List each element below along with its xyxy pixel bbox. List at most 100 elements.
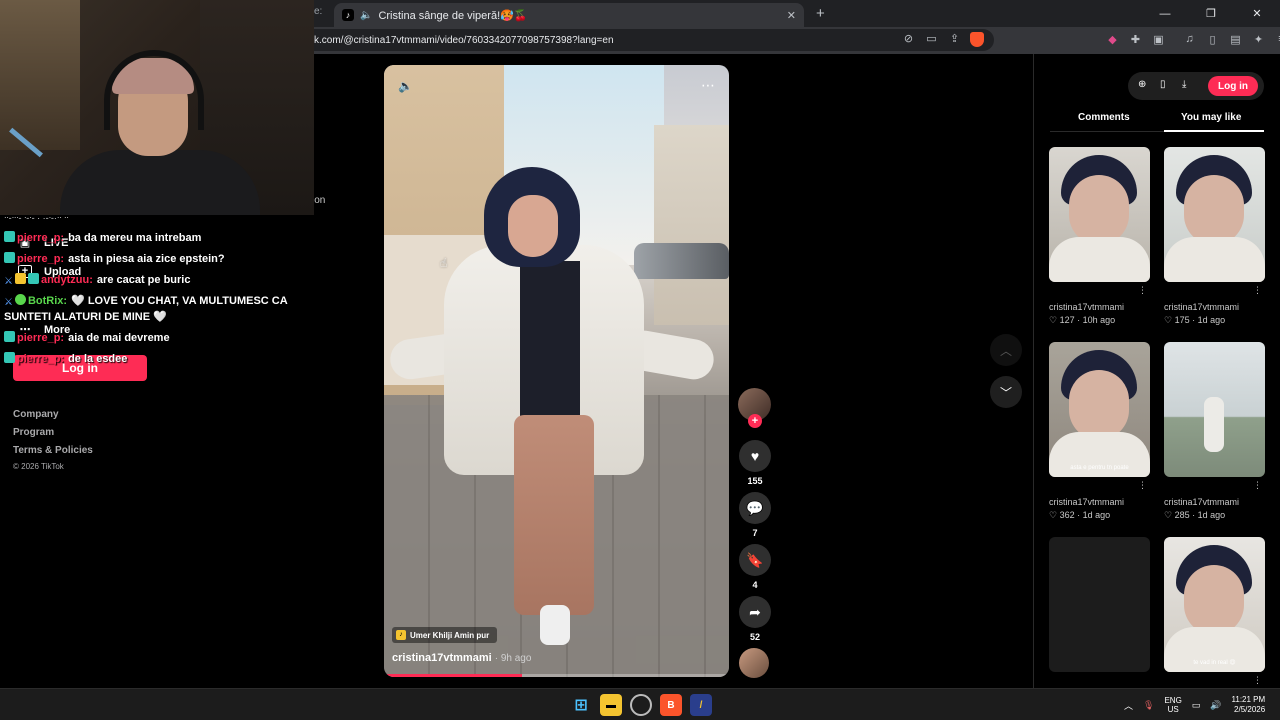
- chat-text: ba da mereu ma intrebam: [68, 232, 202, 244]
- restore-icon[interactable]: ❐: [1188, 0, 1234, 27]
- heart-outline-icon: ♡: [1049, 510, 1058, 520]
- card-username[interactable]: cristina17vtmmami: [1164, 302, 1265, 312]
- recommended-video-card[interactable]: ⋮ cristina17vtmmami ♡ 285 · 1d ago: [1164, 342, 1265, 521]
- tabs-icon[interactable]: ▣: [1152, 33, 1165, 46]
- clock-time: 11:21 PM: [1231, 695, 1266, 704]
- tab-comments[interactable]: Comments: [1078, 112, 1130, 123]
- screen: e: ♪ 🔈 Cristina sânge de viperă!🥵🍒 ✕ + —…: [0, 0, 1280, 720]
- video-more-icon[interactable]: ⋯: [701, 77, 715, 94]
- sound-label[interactable]: ♪ Umer Khilji Amin pur: [392, 627, 498, 643]
- lang-bottom: US: [1167, 705, 1179, 714]
- minimize-icon[interactable]: —: [1142, 0, 1188, 27]
- next-video-button[interactable]: ﹀: [990, 376, 1022, 408]
- close-tab-icon[interactable]: ✕: [787, 9, 796, 22]
- top-login-button[interactable]: Log in: [1208, 76, 1258, 96]
- sound-disc[interactable]: [739, 648, 769, 678]
- footer-link-terms[interactable]: Terms & Policies: [13, 445, 93, 456]
- cast-icon[interactable]: ▭: [925, 32, 938, 45]
- recommended-video-card[interactable]: te vad in real 😍 ⋮: [1164, 537, 1265, 685]
- brave-shield-icon[interactable]: [970, 32, 984, 47]
- follow-plus-icon[interactable]: +: [748, 414, 762, 428]
- like-button[interactable]: ♥: [739, 440, 771, 472]
- video-thumbnail[interactable]: te vad in real 😍: [1164, 537, 1265, 672]
- cookie-block-icon[interactable]: ⊘: [902, 32, 915, 45]
- system-tray: ︿ 🎙 ENG US ▭ 🔊 11:21 PM 2/5/2026: [1124, 695, 1265, 715]
- menu-icon[interactable]: ≡: [1275, 33, 1280, 46]
- video-thumbnail[interactable]: asta e pentru tn poate: [1049, 342, 1150, 477]
- card-username[interactable]: cristina17vtmmami: [1049, 497, 1150, 507]
- sidebar-toggle-icon[interactable]: ▯: [1206, 33, 1219, 46]
- compass-icon[interactable]: ⊕: [1138, 79, 1146, 90]
- vip-badge-icon: [14, 273, 26, 284]
- previous-video-button[interactable]: ︿: [990, 334, 1022, 366]
- card-stats: ♡ 127 · 10h ago: [1049, 315, 1116, 325]
- thumb-face: [1184, 565, 1244, 635]
- thumb-caption: asta e pentru tn poate: [1070, 465, 1129, 471]
- share-button[interactable]: ➦: [739, 596, 771, 628]
- url-field[interactable]: k.com/@cristina17vtmmami/video/760334207…: [314, 29, 994, 51]
- webcam-headset: [104, 50, 204, 130]
- microphone-icon[interactable]: 🎙: [1143, 700, 1154, 711]
- partial-text-right: ion: [312, 195, 326, 206]
- recommended-video-card[interactable]: ⋮ cristina17vtmmami ♡ 127 · 10h ago: [1049, 147, 1150, 326]
- new-tab-icon[interactable]: +: [816, 5, 825, 22]
- comment-button[interactable]: 💬: [739, 492, 771, 524]
- stream-chat-overlay: pierre_p: ba da mereu ma intrebam pierre_…: [4, 230, 304, 372]
- card-likes: 175: [1174, 315, 1190, 325]
- card-username[interactable]: cristina17vtmmami: [1049, 302, 1150, 312]
- footer-link-company[interactable]: Company: [13, 409, 59, 420]
- chrome-icon[interactable]: [630, 694, 652, 716]
- active-tab[interactable]: ♪ 🔈 Cristina sânge de viperă!🥵🍒 ✕: [334, 3, 804, 27]
- copyright: © 2026 TikTok: [13, 462, 64, 471]
- video-thumbnail-placeholder: [1049, 537, 1150, 672]
- leo-ai-icon[interactable]: ✦: [1252, 33, 1265, 46]
- chat-text: asta in piesa aia zice epstein?: [68, 253, 225, 265]
- download-icon[interactable]: ⤓: [1182, 79, 1186, 90]
- card-more-icon[interactable]: ⋮: [1138, 480, 1147, 491]
- start-button[interactable]: ⊞: [570, 694, 592, 716]
- card-more-icon[interactable]: ⋮: [1253, 675, 1262, 686]
- close-window-icon[interactable]: ✕: [1234, 0, 1280, 27]
- card-more-icon[interactable]: ⋮: [1253, 285, 1262, 296]
- brave-icon[interactable]: B: [660, 694, 682, 716]
- share-icon[interactable]: ⇪: [948, 32, 961, 45]
- recommended-video-card[interactable]: ⋮ cristina17vtmmami ♡ 175 · 1d ago: [1164, 147, 1265, 326]
- video-thumbnail[interactable]: [1049, 147, 1150, 282]
- app-icon[interactable]: /: [690, 694, 712, 716]
- mute-icon[interactable]: 🔈: [398, 79, 413, 93]
- browser-tab-bar: e: ♪ 🔈 Cristina sânge de viperă!🥵🍒 ✕ + —…: [314, 0, 1280, 27]
- speaker-icon[interactable]: 🔈: [360, 10, 372, 21]
- chevron-up-icon: ︿: [999, 343, 1012, 358]
- language-indicator[interactable]: ENG US: [1164, 696, 1181, 714]
- media-icon[interactable]: ♫: [1183, 33, 1196, 46]
- extensions-icon[interactable]: ✚: [1129, 33, 1142, 46]
- video-thumbnail[interactable]: [1164, 147, 1265, 282]
- chevron-down-icon: ﹀: [999, 385, 1012, 400]
- recommended-video-card-loading[interactable]: [1049, 537, 1150, 672]
- footer-link-program[interactable]: Program: [13, 427, 54, 438]
- card-stats: ♡ 175 · 1d ago: [1164, 315, 1226, 325]
- previous-tab-fragment[interactable]: e:: [314, 6, 326, 21]
- network-icon[interactable]: ▭: [1192, 700, 1201, 711]
- video-time-ago: · 9h ago: [494, 653, 532, 664]
- recommended-video-card[interactable]: asta e pentru tn poate ⋮ cristina17vtmma…: [1049, 342, 1150, 521]
- volume-icon[interactable]: 🔊: [1210, 700, 1221, 711]
- tiktok-favicon-icon: ♪: [342, 9, 354, 21]
- save-button[interactable]: 🔖: [739, 544, 771, 576]
- wallet-icon[interactable]: ▤: [1229, 33, 1242, 46]
- chat-message: pierre_p: aia de mai devreme: [4, 330, 304, 346]
- tray-chevron-up-icon[interactable]: ︿: [1124, 699, 1133, 712]
- video-thumbnail[interactable]: [1164, 342, 1265, 477]
- card-likes: 285: [1174, 510, 1190, 520]
- tab-you-may-like[interactable]: You may like: [1181, 112, 1241, 123]
- video-progress-bar[interactable]: [384, 674, 729, 677]
- vpn-icon[interactable]: ◆: [1106, 33, 1119, 46]
- card-more-icon[interactable]: ⋮: [1253, 480, 1262, 491]
- video-player[interactable]: 🔈 ⋯ ♪ Umer Khilji Amin pur cristina17vtm…: [384, 65, 729, 677]
- file-explorer-icon[interactable]: ▬: [600, 694, 622, 716]
- card-username[interactable]: cristina17vtmmami: [1164, 497, 1265, 507]
- phone-icon[interactable]: ▯: [1160, 79, 1166, 90]
- card-more-icon[interactable]: ⋮: [1138, 285, 1147, 296]
- clock[interactable]: 11:21 PM 2/5/2026: [1232, 695, 1266, 715]
- video-author-line[interactable]: cristina17vtmmami · 9h ago: [392, 652, 531, 664]
